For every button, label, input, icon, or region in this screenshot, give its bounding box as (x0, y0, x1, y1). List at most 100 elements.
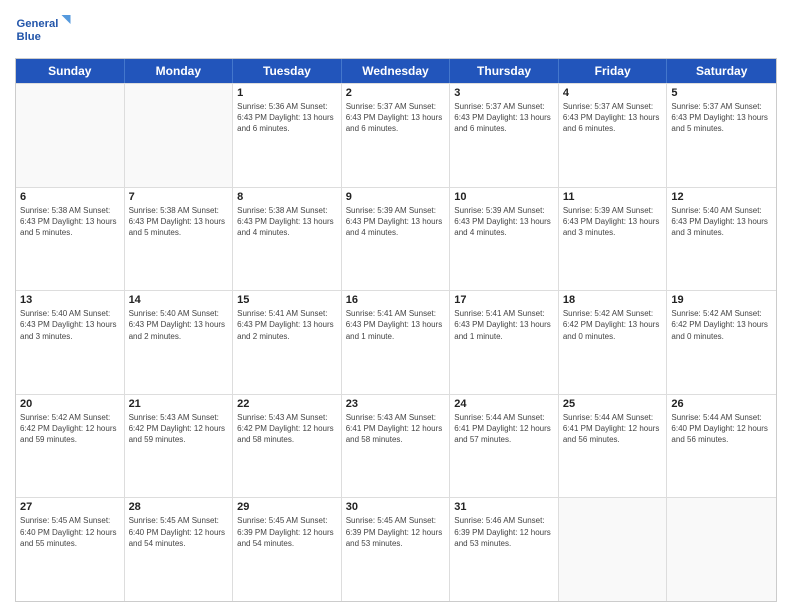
day-cell-25: 25 Sunrise: 5:44 AM Sunset: 6:41 PM Dayli… (559, 395, 668, 498)
logo: General Blue (15, 10, 75, 50)
day-cell-6: 6 Sunrise: 5:38 AM Sunset: 6:43 PM Daylig… (16, 188, 125, 291)
day-number: 8 (237, 191, 337, 203)
day-cell-28: 28 Sunrise: 5:45 AM Sunset: 6:40 PM Dayli… (125, 498, 234, 601)
day-number: 5 (671, 87, 772, 99)
day-info: Sunrise: 5:43 AM Sunset: 6:41 PM Dayligh… (346, 412, 446, 446)
week-row-3: 13 Sunrise: 5:40 AM Sunset: 6:43 PM Dayli… (16, 290, 776, 394)
day-info: Sunrise: 5:38 AM Sunset: 6:43 PM Dayligh… (20, 205, 120, 239)
day-cell-31: 31 Sunrise: 5:46 AM Sunset: 6:39 PM Dayli… (450, 498, 559, 601)
day-info: Sunrise: 5:39 AM Sunset: 6:43 PM Dayligh… (563, 205, 663, 239)
day-number: 11 (563, 191, 663, 203)
day-info: Sunrise: 5:44 AM Sunset: 6:41 PM Dayligh… (454, 412, 554, 446)
day-number: 18 (563, 294, 663, 306)
day-cell-30: 30 Sunrise: 5:45 AM Sunset: 6:39 PM Dayli… (342, 498, 451, 601)
day-cell-20: 20 Sunrise: 5:42 AM Sunset: 6:42 PM Dayli… (16, 395, 125, 498)
day-info: Sunrise: 5:37 AM Sunset: 6:43 PM Dayligh… (346, 101, 446, 135)
day-info: Sunrise: 5:42 AM Sunset: 6:42 PM Dayligh… (20, 412, 120, 446)
day-number: 26 (671, 398, 772, 410)
day-cell-7: 7 Sunrise: 5:38 AM Sunset: 6:43 PM Daylig… (125, 188, 234, 291)
day-number: 28 (129, 501, 229, 513)
day-number: 6 (20, 191, 120, 203)
day-cell-10: 10 Sunrise: 5:39 AM Sunset: 6:43 PM Dayli… (450, 188, 559, 291)
empty-cell-w4-5 (559, 498, 668, 601)
day-number: 15 (237, 294, 337, 306)
day-info: Sunrise: 5:44 AM Sunset: 6:40 PM Dayligh… (671, 412, 772, 446)
day-number: 1 (237, 87, 337, 99)
day-cell-3: 3 Sunrise: 5:37 AM Sunset: 6:43 PM Daylig… (450, 84, 559, 187)
day-cell-9: 9Sunrise: 5:39 AM Sunset: 6:43 PM Daylig… (342, 188, 451, 291)
day-info: Sunrise: 5:45 AM Sunset: 6:40 PM Dayligh… (20, 515, 120, 549)
day-info: Sunrise: 5:38 AM Sunset: 6:43 PM Dayligh… (237, 205, 337, 239)
day-cell-24: 24 Sunrise: 5:44 AM Sunset: 6:41 PM Dayli… (450, 395, 559, 498)
empty-cell-w0-0 (16, 84, 125, 187)
day-info: Sunrise: 5:43 AM Sunset: 6:42 PM Dayligh… (237, 412, 337, 446)
day-number: 16 (346, 294, 446, 306)
day-number: 17 (454, 294, 554, 306)
day-cell-5: 5 Sunrise: 5:37 AM Sunset: 6:43 PM Daylig… (667, 84, 776, 187)
day-cell-11: 11 Sunrise: 5:39 AM Sunset: 6:43 PM Dayli… (559, 188, 668, 291)
day-cell-8: 8 Sunrise: 5:38 AM Sunset: 6:43 PM Daylig… (233, 188, 342, 291)
day-cell-17: 17 Sunrise: 5:41 AM Sunset: 6:43 PM Dayli… (450, 291, 559, 394)
day-cell-4: 4 Sunrise: 5:37 AM Sunset: 6:43 PM Daylig… (559, 84, 668, 187)
day-info: Sunrise: 5:41 AM Sunset: 6:43 PM Dayligh… (454, 308, 554, 342)
day-number: 7 (129, 191, 229, 203)
day-header-monday: Monday (125, 59, 234, 83)
day-number: 21 (129, 398, 229, 410)
day-number: 24 (454, 398, 554, 410)
day-number: 23 (346, 398, 446, 410)
day-number: 31 (454, 501, 554, 513)
day-info: Sunrise: 5:39 AM Sunset: 6:43 PM Dayligh… (454, 205, 554, 239)
day-info: Sunrise: 5:45 AM Sunset: 6:40 PM Dayligh… (129, 515, 229, 549)
day-number: 13 (20, 294, 120, 306)
day-number: 3 (454, 87, 554, 99)
day-cell-2: 2 Sunrise: 5:37 AM Sunset: 6:43 PM Daylig… (342, 84, 451, 187)
day-info: Sunrise: 5:37 AM Sunset: 6:43 PM Dayligh… (563, 101, 663, 135)
svg-text:General: General (17, 18, 59, 30)
day-header-thursday: Thursday (450, 59, 559, 83)
day-info: Sunrise: 5:37 AM Sunset: 6:43 PM Dayligh… (454, 101, 554, 135)
day-cell-22: 22 Sunrise: 5:43 AM Sunset: 6:42 PM Dayli… (233, 395, 342, 498)
day-number: 25 (563, 398, 663, 410)
day-cell-23: 23 Sunrise: 5:43 AM Sunset: 6:41 PM Dayli… (342, 395, 451, 498)
logo-svg: General Blue (15, 10, 75, 50)
day-number: 20 (20, 398, 120, 410)
day-number: 10 (454, 191, 554, 203)
day-info: Sunrise: 5:40 AM Sunset: 6:43 PM Dayligh… (671, 205, 772, 239)
day-number: 4 (563, 87, 663, 99)
day-info: Sunrise: 5:45 AM Sunset: 6:39 PM Dayligh… (346, 515, 446, 549)
day-cell-29: 29 Sunrise: 5:45 AM Sunset: 6:39 PM Dayli… (233, 498, 342, 601)
day-info: Sunrise: 5:41 AM Sunset: 6:43 PM Dayligh… (346, 308, 446, 342)
day-info: Sunrise: 5:42 AM Sunset: 6:42 PM Dayligh… (671, 308, 772, 342)
day-info: Sunrise: 5:40 AM Sunset: 6:43 PM Dayligh… (129, 308, 229, 342)
day-header-friday: Friday (559, 59, 668, 83)
day-info: Sunrise: 5:36 AM Sunset: 6:43 PM Dayligh… (237, 101, 337, 135)
day-number: 27 (20, 501, 120, 513)
day-info: Sunrise: 5:45 AM Sunset: 6:39 PM Dayligh… (237, 515, 337, 549)
day-cell-19: 19Sunrise: 5:42 AM Sunset: 6:42 PM Dayli… (667, 291, 776, 394)
day-info: Sunrise: 5:38 AM Sunset: 6:43 PM Dayligh… (129, 205, 229, 239)
day-info: Sunrise: 5:37 AM Sunset: 6:43 PM Dayligh… (671, 101, 772, 135)
week-row-2: 6 Sunrise: 5:38 AM Sunset: 6:43 PM Daylig… (16, 187, 776, 291)
day-info: Sunrise: 5:42 AM Sunset: 6:42 PM Dayligh… (563, 308, 663, 342)
day-cell-16: 16 Sunrise: 5:41 AM Sunset: 6:43 PM Dayli… (342, 291, 451, 394)
week-row-4: 20 Sunrise: 5:42 AM Sunset: 6:42 PM Dayli… (16, 394, 776, 498)
day-header-sunday: Sunday (16, 59, 125, 83)
day-number: 29 (237, 501, 337, 513)
svg-text:Blue: Blue (17, 31, 41, 43)
day-info: Sunrise: 5:41 AM Sunset: 6:43 PM Dayligh… (237, 308, 337, 342)
day-header-wednesday: Wednesday (342, 59, 451, 83)
day-number: 22 (237, 398, 337, 410)
day-cell-27: 27 Sunrise: 5:45 AM Sunset: 6:40 PM Dayli… (16, 498, 125, 601)
day-number: 2 (346, 87, 446, 99)
day-info: Sunrise: 5:46 AM Sunset: 6:39 PM Dayligh… (454, 515, 554, 549)
day-info: Sunrise: 5:44 AM Sunset: 6:41 PM Dayligh… (563, 412, 663, 446)
day-cell-26: 26 Sunrise: 5:44 AM Sunset: 6:40 PM Dayli… (667, 395, 776, 498)
day-number: 14 (129, 294, 229, 306)
day-number: 30 (346, 501, 446, 513)
page: General Blue SundayMondayTuesdayWednesda… (0, 0, 792, 612)
day-cell-14: 14 Sunrise: 5:40 AM Sunset: 6:43 PM Dayli… (125, 291, 234, 394)
calendar-body: 1 Sunrise: 5:36 AM Sunset: 6:43 PM Daylig… (16, 83, 776, 601)
day-info: Sunrise: 5:39 AM Sunset: 6:43 PM Dayligh… (346, 205, 446, 239)
day-number: 12 (671, 191, 772, 203)
day-info: Sunrise: 5:40 AM Sunset: 6:43 PM Dayligh… (20, 308, 120, 342)
